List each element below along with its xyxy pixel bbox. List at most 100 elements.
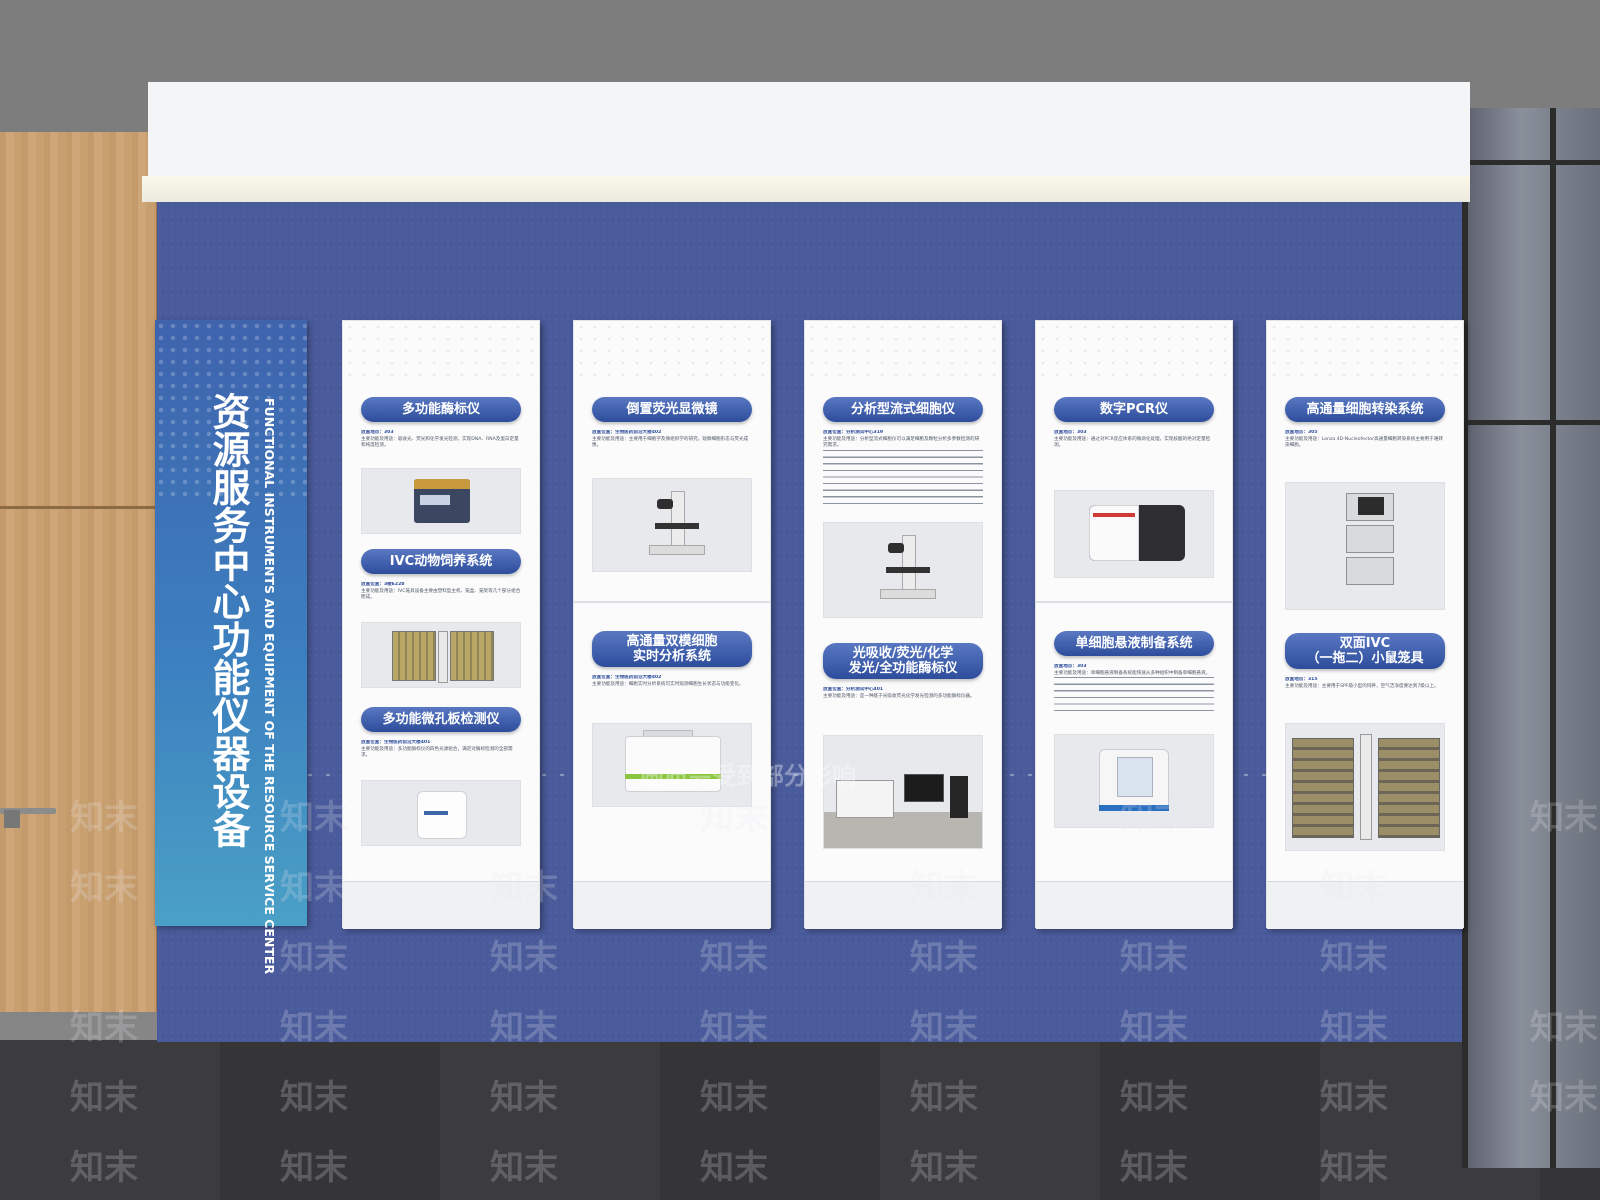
- equipment-location: 放置地点：315: [1285, 677, 1318, 682]
- hex-pattern: [343, 321, 539, 381]
- reader-lid: [414, 479, 470, 489]
- cage-rack-icon: [1292, 738, 1354, 838]
- equipment-item: 分析型流式细胞仪 放置位置：分析测试中心319 主要功能及用途：分析型流式细胞仪…: [805, 397, 1001, 618]
- equipment-meta: 放置位置：生物医药前沿大楼402 主要功能及用途：主要用于细胞学及微组织学的研究…: [592, 430, 752, 472]
- equipment-meta: 放置地点：303 主要功能及用途：通过对PCR反应体系的微滴化处理，实现核酸的绝…: [1054, 430, 1214, 484]
- text-lines: [823, 449, 983, 506]
- equipment-title: 数字PCR仪: [1099, 402, 1169, 417]
- analyzer-stripe: [625, 774, 721, 779]
- equipment-location: 放置地点：305: [1285, 430, 1318, 435]
- hex-pattern: [1267, 321, 1463, 381]
- equipment-title-pill: 高通量细胞转染系统: [1285, 397, 1445, 422]
- cage-rack-icon: [392, 631, 436, 681]
- ventilation-unit: [1360, 734, 1372, 840]
- equipment-panel-2: 倒置荧光显微镜 放置位置：生物医药前沿大楼402 主要功能及用途：主要用于细胞学…: [573, 320, 771, 929]
- door-seam: [0, 506, 158, 509]
- equipment-title: 多功能酶标仪: [401, 402, 480, 417]
- equipment-title: 高通量细胞转染系统: [1306, 402, 1424, 417]
- microscope-lens: [888, 543, 904, 553]
- equipment-photo: [1054, 490, 1214, 578]
- equipment-photo: [823, 735, 983, 849]
- equipment-item: 单细胞悬液制备系统 放置地点：303 主要功能及用途：单细胞悬液制备系统能快速从…: [1036, 631, 1232, 828]
- system-window: [1117, 757, 1153, 797]
- equipment-item: IVC动物饲养系统 放置位置：3楼E228 主要功能及用途：IVC笼具设备主要由…: [343, 549, 539, 688]
- plate-detector-icon: [417, 791, 467, 839]
- equipment-title-pill: 单细胞悬液制备系统: [1054, 631, 1214, 656]
- equipment-title: 高通量双模细胞 实时分析系统: [626, 634, 718, 664]
- equipment-description: 主要功能及用途：单细胞悬液制备系统能快速从多种组织中制备单细胞悬液。: [1054, 670, 1211, 676]
- equipment-panel-5: 高通量细胞转染系统 放置地点：305 主要功能及用途：Lonza 4D-Nucl…: [1266, 320, 1464, 929]
- panel-base: [343, 881, 539, 929]
- microscope-lens: [657, 499, 673, 509]
- monitor-icon: [904, 774, 944, 802]
- cage-rack-icon: [1378, 738, 1440, 838]
- equipment-description: 主要功能及用途：吸收光、荧光和化学发光检测，实现DNA、RNA及蛋白定量和纯度检…: [361, 436, 519, 449]
- hex-pattern: [805, 321, 1001, 381]
- equipment-item: 光吸收/荧光/化学 发光/全功能酶标仪 放置位置：分析测试中心401 主要功能及…: [805, 643, 1001, 849]
- title-panel: 资源服务中心功能仪器设备 FUNCTIONAL INSTRUMENTS AND …: [155, 320, 307, 974]
- equipment-location: 放置地点：303: [361, 430, 394, 435]
- equipment-location: 放置位置：分析测试中心319: [823, 430, 884, 435]
- wood-door: [0, 132, 158, 1012]
- panel-divider: [1036, 601, 1232, 603]
- equipment-description: 主要功能及用途：分析型流式细胞仪可以满足细胞及颗粒分析多参数检测的研究需求。: [823, 436, 980, 449]
- ventilation-unit: [438, 631, 448, 683]
- equipment-meta: 放置地点：303 主要功能及用途：吸收光、荧光和化学发光检测，实现DNA、RNA…: [361, 430, 521, 462]
- equipment-title: 双面IVC （一拖二）小鼠笼具: [1306, 636, 1424, 666]
- microscope-icon: [902, 535, 916, 595]
- equipment-photo: [592, 478, 752, 572]
- equipment-title-pill: IVC动物饲养系统: [361, 549, 521, 574]
- cage-rack-icon: [450, 631, 494, 681]
- equipment-title-pill: 多功能酶标仪: [361, 397, 521, 422]
- plate-reader-icon: [836, 780, 894, 818]
- floor: [0, 1040, 1600, 1200]
- equipment-title: 单细胞悬液制备系统: [1075, 636, 1193, 651]
- equipment-title-pill: 双面IVC （一拖二）小鼠笼具: [1285, 633, 1445, 669]
- equipment-meta: 放置位置：分析测试中心319 主要功能及用途：分析型流式细胞仪可以满足细胞及颗粒…: [823, 430, 983, 516]
- microscope-stage: [655, 523, 699, 529]
- equipment-item: 多功能酶标仪 放置地点：303 主要功能及用途：吸收光、荧光和化学发光检测，实现…: [343, 397, 539, 534]
- equipment-location: 放置位置：分析测试中心401: [823, 687, 884, 692]
- glass-partition: [1462, 108, 1600, 1168]
- equipment-photo: [592, 723, 752, 807]
- equipment-title-pill: 高通量双模细胞 实时分析系统: [592, 631, 752, 667]
- equipment-panel-3: 分析型流式细胞仪 放置位置：分析测试中心319 主要功能及用途：分析型流式细胞仪…: [804, 320, 1002, 929]
- equipment-item: 双面IVC （一拖二）小鼠笼具 放置地点：315 主要功能及用途：主要用于SPF…: [1267, 633, 1463, 851]
- equipment-photo: [1285, 723, 1445, 851]
- equipment-photo: [823, 522, 983, 618]
- equipment-title-pill: 数字PCR仪: [1054, 397, 1214, 422]
- equipment-title: IVC动物饲养系统: [389, 554, 493, 569]
- equipment-item: 数字PCR仪 放置地点：303 主要功能及用途：通过对PCR反应体系的微滴化处理…: [1036, 397, 1232, 578]
- computer-icon: [950, 776, 968, 818]
- equipment-description: 主要功能及用途：IVC笼具设备主要由塑料型主机、笼盒、笼架等几个部分组合而成。: [361, 588, 521, 601]
- panel-base: [805, 881, 1001, 929]
- equipment-meta: 放置位置：生物医药前沿大楼401 主要功能及用途：多功能酶标仪的四色光源组合，满…: [361, 740, 521, 774]
- detector-slot: [424, 811, 448, 815]
- panel-base: [574, 881, 770, 929]
- equipment-photo: [1285, 482, 1445, 610]
- equipment-description: 主要功能及用途：是一种基于光吸收荧光化学发光检测的多功能酶标仪器。: [823, 693, 975, 699]
- equipment-location: 放置位置：生物医药前沿大楼401: [361, 740, 431, 745]
- glass-frame-bar: [1462, 160, 1600, 165]
- equipment-photo: [361, 622, 521, 688]
- equipment-meta: 放置地点：305 主要功能及用途：Lonza 4D-Nucleofector高通…: [1285, 430, 1445, 476]
- equipment-location: 放置地点：303: [1054, 664, 1087, 669]
- hex-pattern: [1036, 321, 1232, 381]
- equipment-description: 主要功能及用途：主要用于SPF级小型的饲养，空气洁净度要达到7级以上。: [1285, 683, 1439, 689]
- panel-base: [1036, 881, 1232, 929]
- ceiling-lintel: [148, 82, 1470, 178]
- equipment-meta: 放置地点：303 主要功能及用途：单细胞悬液制备系统能快速从多种组织中制备单细胞…: [1054, 664, 1214, 728]
- microscope-base: [880, 589, 936, 599]
- microscope-stage: [886, 567, 930, 573]
- equipment-panel-4: 数字PCR仪 放置地点：303 主要功能及用途：通过对PCR反应体系的微滴化处理…: [1035, 320, 1233, 929]
- equipment-photo: [1054, 734, 1214, 828]
- hex-pattern: [574, 321, 770, 381]
- equipment-title: 多功能微孔板检测仪: [382, 712, 500, 727]
- equipment-description: 主要功能及用途：多功能酶标仪的四色光源组合，满足对酶标检测的全部需求。: [361, 746, 513, 759]
- cell-analyzer-icon: [625, 736, 721, 792]
- pcr-accent: [1093, 513, 1135, 517]
- reader-panel: [420, 495, 450, 505]
- equipment-photo: [361, 468, 521, 534]
- equipment-meta: 放置位置：分析测试中心401 主要功能及用途：是一种基于光吸收荧光化学发光检测的…: [823, 687, 983, 729]
- equipment-title-pill: 光吸收/荧光/化学 发光/全功能酶标仪: [823, 643, 983, 679]
